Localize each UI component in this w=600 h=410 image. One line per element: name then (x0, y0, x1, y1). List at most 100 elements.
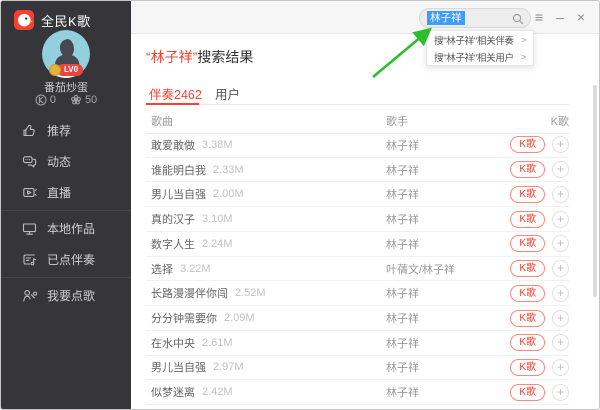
scrollbar-thumb[interactable] (593, 85, 597, 297)
song-artist: 叶蒨文/林子祥 (386, 261, 455, 277)
page-title: “林子祥”搜索结果 (146, 47, 253, 67)
song-file-size: 3.38M (202, 139, 233, 151)
add-button[interactable]: + (552, 285, 569, 302)
sidebar-divider (1, 277, 131, 278)
sidebar-menu: 推荐动态直播本地作品已点伴奏我要点歌 (1, 115, 131, 311)
song-title: 长路漫漫伴你闯 (151, 285, 228, 301)
coin-icon (49, 64, 61, 76)
sing-button[interactable]: K歌 (510, 161, 545, 178)
add-button[interactable]: + (552, 186, 569, 203)
song-artist: 林子祥 (386, 211, 419, 227)
app-logo-row: 全民K歌 (1, 1, 131, 30)
add-button[interactable]: + (552, 235, 569, 252)
page-title-suffix: 搜索结果 (197, 49, 253, 65)
song-row: 敢爱敢做3.38M林子祥K歌+ (146, 133, 569, 158)
sing-button[interactable]: K歌 (510, 186, 545, 203)
suggestion-label: 搜"林子祥"相关伴奏 (434, 33, 514, 47)
song-title: 男儿当自强 (151, 186, 206, 202)
sidebar-item-live[interactable]: 直播 (1, 177, 131, 208)
close-button[interactable]: × (574, 10, 588, 24)
flower-icon (70, 94, 82, 106)
level-badge: LV0 (1, 64, 131, 76)
sing-button[interactable]: K歌 (510, 235, 545, 252)
song-file-size: 3.22M (180, 263, 211, 275)
minimize-button[interactable]: – (553, 10, 567, 24)
stat-k-coin: 0 (35, 94, 56, 106)
song-artist: 林子祥 (386, 162, 419, 178)
song-row: 分分钟需要你 2.09M 林子祥 K歌 + (146, 306, 569, 331)
add-button[interactable]: + (552, 359, 569, 376)
song-title: 选择 (151, 261, 173, 277)
song-file-size: 2.09M (224, 312, 255, 324)
song-row: 在水中央 2.61M 林子祥 K歌 + (146, 331, 569, 356)
song-title: 谁能明白我 (151, 162, 206, 178)
k-coin-icon (35, 94, 47, 106)
song-row: 长路漫漫伴你闯2.52M林子祥K歌+ (146, 281, 569, 306)
sidebar-item-label: 我要点歌 (47, 287, 95, 304)
song-artist: 林子祥 (386, 384, 419, 400)
song-title: 分分钟需要你 (151, 310, 217, 326)
sing-button[interactable]: K歌 (510, 310, 545, 327)
song-title: 男儿当自强 (151, 359, 206, 375)
sidebar-item-label: 动态 (47, 153, 71, 170)
column-header-sing: K歌 (551, 113, 569, 129)
chevron-right-icon: > (521, 52, 526, 62)
song-file-size: 2.52M (235, 287, 266, 299)
sing-button[interactable]: K歌 (510, 285, 545, 302)
column-header-artist: 歌手 (386, 113, 408, 129)
page-title-query: “林子祥” (146, 49, 197, 65)
sidebar-item-feed[interactable]: 动态 (1, 146, 131, 177)
sidebar-item-label: 直播 (47, 184, 71, 201)
search-suggestion-dropdown: 搜"林子祥"相关伴奏> 搜"林子祥"相关用户 > (426, 30, 534, 66)
suggestion-related-users[interactable]: 搜"林子祥"相关用户 > (427, 48, 533, 65)
song-row: 谁能明白我 2.33M 林子祥 K歌 + (146, 158, 569, 183)
sidebar-item-selected-accompaniment[interactable]: 已点伴奏 (1, 244, 131, 275)
song-file-size: 3.10M (202, 213, 233, 225)
song-title: 在水中央 (151, 335, 195, 351)
annotation-arrow (365, 19, 441, 83)
sidebar-item-label: 已点伴奏 (47, 251, 95, 268)
song-file-size: 2.42M (202, 386, 233, 398)
sidebar-item-recommend[interactable]: 推荐 (1, 115, 131, 146)
sing-button[interactable]: K歌 (510, 384, 545, 401)
sing-button[interactable]: K歌 (510, 260, 545, 277)
song-artist: 林子祥 (386, 310, 419, 326)
song-file-size: 2.33M (213, 164, 244, 176)
add-button[interactable]: + (552, 260, 569, 277)
song-artist: 林子祥 (386, 186, 419, 202)
sidebar-item-song-request[interactable]: 我要点歌 (1, 280, 131, 311)
chat-icon (22, 154, 37, 169)
column-header-song: 歌曲 (151, 113, 173, 129)
song-row: 真的汉子3.10M林子祥K歌+ (146, 207, 569, 232)
song-file-size: 2.00M (213, 188, 244, 200)
add-button[interactable]: + (552, 136, 569, 153)
app-title: 全民K歌 (41, 11, 91, 30)
sing-button[interactable]: K歌 (510, 136, 545, 153)
add-button[interactable]: + (552, 161, 569, 178)
song-artist: 林子祥 (386, 335, 419, 351)
song-artist: 林子祥 (386, 359, 419, 375)
tab-accompaniment[interactable]: 伴奏2462 (149, 84, 202, 103)
add-button[interactable]: + (552, 310, 569, 327)
suggestion-related-accompaniment[interactable]: 搜"林子祥"相关伴奏> (427, 31, 533, 48)
user-stats: 050 (1, 94, 131, 106)
sing-button[interactable]: K歌 (510, 211, 545, 228)
add-button[interactable]: + (552, 384, 569, 401)
add-button[interactable]: + (552, 211, 569, 228)
song-file-size: 2.61M (202, 337, 233, 349)
sing-button[interactable]: K歌 (510, 334, 545, 351)
search-icon[interactable] (512, 12, 524, 24)
song-row: 男儿当自强 2.97M 林子祥 K歌 + (146, 356, 569, 381)
sidebar-item-local-works[interactable]: 本地作品 (1, 213, 131, 244)
sidebar-item-label: 推荐 (47, 122, 71, 139)
sing-button[interactable]: K歌 (510, 359, 545, 376)
monitor-icon (22, 221, 37, 236)
app-logo-icon (14, 10, 34, 30)
song-artist: 林子祥 (386, 137, 419, 153)
song-file-size: 2.97M (213, 361, 244, 373)
suggestion-label: 搜"林子祥"相关用户 (434, 50, 514, 64)
tab-users[interactable]: 用户 (215, 84, 240, 103)
add-button[interactable]: + (552, 334, 569, 351)
main-menu-button[interactable]: ≡ (532, 10, 546, 24)
playlist-icon (22, 252, 37, 267)
